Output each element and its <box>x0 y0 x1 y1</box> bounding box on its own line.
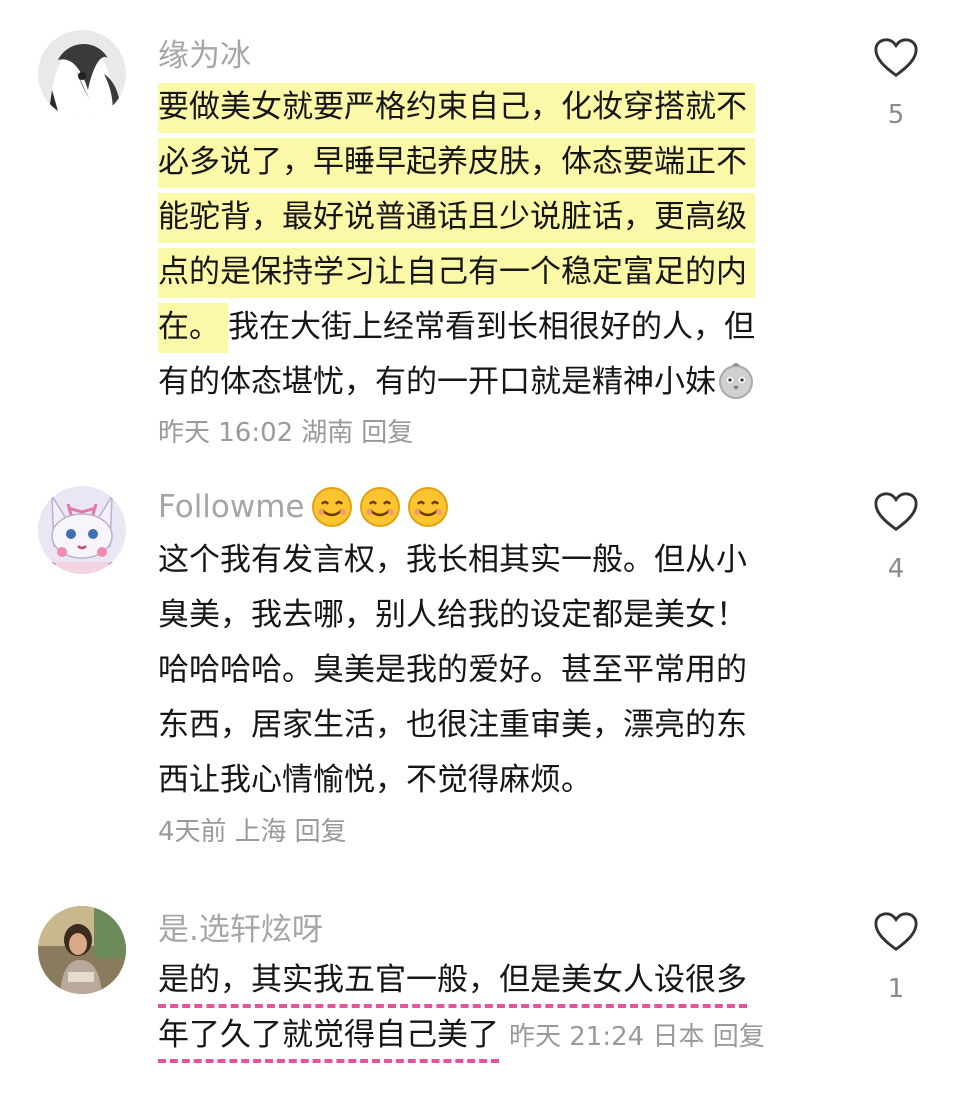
reply-button[interactable]: 回复 <box>295 817 347 847</box>
comment-text: 这个我有发言权，我长相其实一般。但从小 臭美，我去哪，别人给我的设定都是美女！ … <box>158 533 808 808</box>
heart-outline-icon[interactable] <box>873 36 919 80</box>
highlighted-text: 必多说了，早睡早起养皮肤，体态要端正不 <box>158 138 755 188</box>
username[interactable]: Followme <box>158 486 449 528</box>
username-text[interactable]: 缘为冰 <box>158 36 251 76</box>
comment-text: 是的，其实我五官一般，但是美女人设很多 年了久了就觉得自己美了 昨天 21:24 … <box>158 953 808 1065</box>
username[interactable]: 是.选轩炫呀 <box>158 910 323 950</box>
like-count: 4 <box>887 554 905 584</box>
smile-emoji-icon <box>359 486 401 528</box>
comment-line: 臭美，我去哪，别人给我的设定都是美女！ <box>158 597 747 633</box>
reply-button[interactable]: 回复 <box>361 418 413 448</box>
avatar[interactable] <box>38 906 126 994</box>
comment-meta: 4天前 上海 回复 <box>158 815 347 849</box>
heart-outline-icon[interactable] <box>873 910 919 954</box>
comment-line: 必多说了，早睡早起养皮肤，体态要端正不 <box>158 135 808 190</box>
like-button[interactable]: 1 <box>872 910 920 1004</box>
smile-emoji-icon <box>407 486 449 528</box>
comment-location: 上海 <box>234 817 287 847</box>
chick-emoji-icon <box>716 360 756 400</box>
plain-text: 我在大街上经常看到长相很好的人，但 <box>228 309 755 345</box>
comment-line: 西让我心情愉悦，不觉得麻烦。 <box>158 762 592 798</box>
comment-line: 年了久了就觉得自己美了 昨天 21:24 日本 回复 <box>158 1008 808 1065</box>
username-text[interactable]: Followme <box>158 487 305 527</box>
plain-text: 有的体态堪忧，有的一开口就是精神小妹 <box>158 364 716 400</box>
comment-line: 这个我有发言权，我长相其实一般。但从小 <box>158 542 747 578</box>
smile-emoji-icon <box>311 486 353 528</box>
comment-text: 要做美女就要严格约束自己，化妆穿搭就不 必多说了，早睡早起养皮肤，体态要端正不 … <box>158 80 808 410</box>
comment-line: 要做美女就要严格约束自己，化妆穿搭就不 <box>158 80 808 135</box>
like-count: 1 <box>887 974 905 1004</box>
avatar[interactable] <box>38 486 126 574</box>
comment-line: 哈哈哈哈。臭美是我的爱好。甚至平常用的 <box>158 652 747 688</box>
comment-location: 湖南 <box>301 418 354 448</box>
comment-time: 4天前 <box>158 817 227 847</box>
underlined-text: 年了久了就觉得自己美了 <box>158 1017 499 1063</box>
comment-time: 昨天 21:24 <box>509 1022 645 1052</box>
reply-button[interactable]: 回复 <box>713 1022 765 1052</box>
comment-meta: 昨天 16:02 湖南 回复 <box>158 416 413 450</box>
underlined-text: 是的，其实我五官一般，但是美女人设很多 <box>158 962 747 1008</box>
comment-line: 是的，其实我五官一般，但是美女人设很多 <box>158 953 808 1008</box>
comment-location: 日本 <box>652 1022 705 1052</box>
like-button[interactable]: 5 <box>872 36 920 130</box>
comment-time: 昨天 16:02 <box>158 418 294 448</box>
comment-meta: 昨天 21:24 日本 回复 <box>509 1022 765 1052</box>
highlighted-text: 要做美女就要严格约束自己，化妆穿搭就不 <box>158 83 755 133</box>
comment-line: 在。 我在大街上经常看到长相很好的人，但 <box>158 300 808 355</box>
comment-line: 有的体态堪忧，有的一开口就是精神小妹 <box>158 355 808 410</box>
highlighted-text: 在。 <box>158 303 228 353</box>
highlighted-text: 能驼背，最好说普通话且少说脏话，更高级 <box>158 193 755 243</box>
comment-line: 点的是保持学习让自己有一个稳定富足的内 <box>158 245 808 300</box>
like-count: 5 <box>887 100 905 130</box>
heart-outline-icon[interactable] <box>873 490 919 534</box>
comment-line: 能驼背，最好说普通话且少说脏话，更高级 <box>158 190 808 245</box>
avatar[interactable] <box>38 30 126 118</box>
username[interactable]: 缘为冰 <box>158 36 251 76</box>
like-button[interactable]: 4 <box>872 490 920 584</box>
highlighted-text: 点的是保持学习让自己有一个稳定富足的内 <box>158 248 755 298</box>
comment-line: 东西，居家生活，也很注重审美，漂亮的东 <box>158 707 747 743</box>
username-text[interactable]: 是.选轩炫呀 <box>158 910 323 950</box>
